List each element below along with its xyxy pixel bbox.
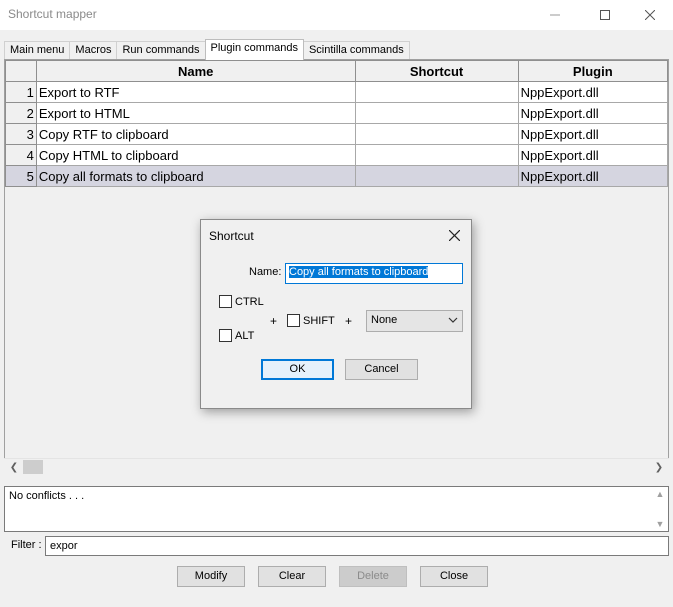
delete-button[interactable]: Delete (339, 566, 407, 587)
column-header-name[interactable]: Name (35, 60, 356, 82)
close-window-button[interactable] (627, 0, 673, 30)
plugin-cell[interactable]: NppExport.dll (517, 81, 668, 103)
name-field[interactable]: Copy all formats to clipboard (285, 263, 463, 284)
table-row[interactable]: 3 Copy RTF to clipboard NppExport.dll (5, 123, 668, 145)
tab-plugin-commands[interactable]: Plugin commands (204, 39, 304, 60)
table-row[interactable]: 2 Export to HTML NppExport.dll (5, 102, 668, 124)
scroll-right-icon[interactable]: ❯ (651, 459, 667, 475)
filter-label: Filter : (11, 539, 42, 551)
row-number: 5 (5, 165, 37, 187)
scrollbar-thumb[interactable] (23, 460, 43, 474)
maximize-button[interactable] (582, 0, 628, 30)
tab-macros[interactable]: Macros (69, 41, 118, 60)
table-row[interactable]: 1 Export to RTF NppExport.dll (5, 81, 668, 103)
name-label: Name: (249, 266, 282, 278)
minimize-icon (550, 14, 560, 16)
shortcut-cell[interactable] (354, 81, 519, 103)
tab-main-menu[interactable]: Main menu (4, 41, 71, 60)
dialog-close-button[interactable] (445, 226, 463, 244)
window-title: Shortcut mapper (8, 7, 97, 21)
tab-scintilla-commands[interactable]: Scintilla commands (302, 41, 410, 60)
close-icon (448, 229, 460, 241)
shortcut-cell[interactable] (354, 144, 519, 166)
shift-checkbox[interactable]: SHIFT (287, 314, 335, 327)
dialog-title: Shortcut (209, 229, 254, 243)
plugin-cell[interactable]: NppExport.dll (517, 102, 668, 124)
plus-sign: + (345, 314, 353, 328)
ctrl-label: CTRL (235, 295, 264, 308)
maximize-icon (600, 10, 610, 20)
row-number-header (5, 60, 37, 82)
cancel-button[interactable]: Cancel (345, 359, 418, 380)
column-header-plugin[interactable]: Plugin (517, 60, 668, 82)
command-name-cell[interactable]: Export to RTF (35, 81, 356, 103)
shift-checkbox-box[interactable] (287, 314, 300, 327)
filter-input[interactable] (45, 536, 669, 556)
command-name-cell[interactable]: Copy all formats to clipboard (35, 165, 356, 187)
table-row-selected[interactable]: 5 Copy all formats to clipboard NppExpor… (5, 165, 668, 187)
chevron-down-icon (448, 317, 458, 323)
modify-button[interactable]: Modify (177, 566, 245, 587)
name-field-value: Copy all formats to clipboard (289, 266, 429, 278)
close-button[interactable]: Close (420, 566, 488, 587)
row-number: 2 (5, 102, 37, 124)
shift-label: SHIFT (303, 314, 335, 327)
row-number: 3 (5, 123, 37, 145)
plus-sign: + (270, 314, 278, 328)
shortcut-cell[interactable] (354, 123, 519, 145)
row-number: 4 (5, 144, 37, 166)
plugin-cell[interactable]: NppExport.dll (517, 123, 668, 145)
command-name-cell[interactable]: Export to HTML (35, 102, 356, 124)
conflicts-box[interactable]: No conflicts . . . ▲ ▼ (4, 486, 669, 532)
scroll-left-icon[interactable]: ❮ (6, 459, 22, 475)
command-name-cell[interactable]: Copy HTML to clipboard (35, 144, 356, 166)
category-tabs: Main menu Macros Run commands Plugin com… (4, 39, 410, 60)
ok-button[interactable]: OK (261, 359, 334, 380)
key-select-value: None (371, 314, 398, 326)
shortcut-cell[interactable] (354, 102, 519, 124)
conflicts-text: No conflicts . . . (9, 490, 85, 502)
scroll-down-icon[interactable]: ▼ (656, 519, 665, 529)
plugin-cell[interactable]: NppExport.dll (517, 165, 668, 187)
horizontal-scrollbar[interactable]: ❮ ❯ (4, 458, 669, 475)
shortcut-dialog: Shortcut Name: Copy all formats to clipb… (200, 219, 472, 409)
row-number: 1 (5, 81, 37, 103)
scroll-up-icon[interactable]: ▲ (656, 489, 665, 499)
key-select[interactable]: None (366, 310, 463, 332)
command-name-cell[interactable]: Copy RTF to clipboard (35, 123, 356, 145)
tab-run-commands[interactable]: Run commands (116, 41, 206, 60)
alt-checkbox[interactable]: ALT (219, 329, 254, 342)
shortcut-mapper-window: Shortcut mapper Main menu Macros Run com… (0, 0, 673, 607)
grid-header-row: Name Shortcut Plugin (5, 60, 668, 82)
alt-label: ALT (235, 329, 255, 342)
title-bar: Shortcut mapper (0, 0, 673, 30)
clear-button[interactable]: Clear (258, 566, 326, 587)
column-header-shortcut[interactable]: Shortcut (354, 60, 519, 82)
ctrl-checkbox[interactable]: CTRL (219, 295, 264, 308)
close-icon (645, 10, 655, 20)
conflicts-scrollbar[interactable]: ▲ ▼ (654, 489, 666, 529)
minimize-button[interactable] (532, 0, 578, 30)
alt-checkbox-box[interactable] (219, 329, 232, 342)
ctrl-checkbox-box[interactable] (219, 295, 232, 308)
shortcut-table: Name Shortcut Plugin 1 Export to RTF Npp… (5, 60, 668, 187)
plugin-cell[interactable]: NppExport.dll (517, 144, 668, 166)
table-row[interactable]: 4 Copy HTML to clipboard NppExport.dll (5, 144, 668, 166)
shortcut-cell[interactable] (354, 165, 519, 187)
